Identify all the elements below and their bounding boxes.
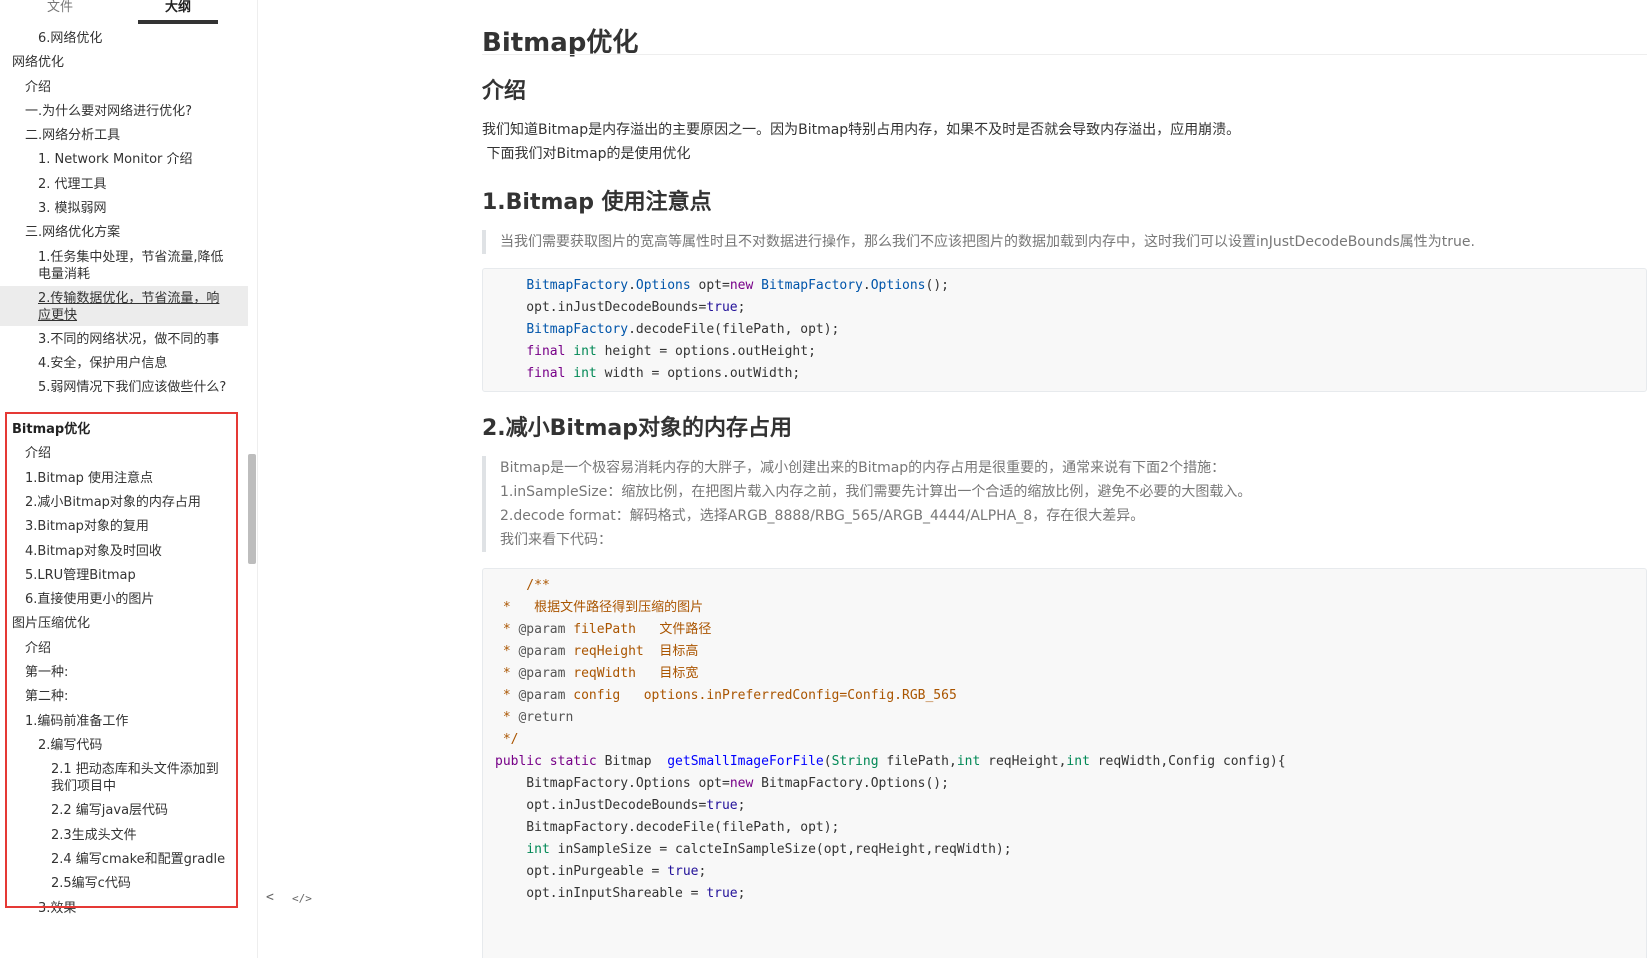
code-line: * @param reqWidth 目标宽	[495, 666, 699, 681]
outline-item[interactable]: 6.直接使用更小的图片	[25, 591, 154, 608]
outline-item[interactable]: 介绍	[25, 640, 51, 657]
code-line: opt.inPurgeable = true;	[495, 864, 707, 879]
outline-item[interactable]: 3.效果	[38, 900, 76, 917]
code-line: int inSampleSize = calcteInSampleSize(op…	[526, 842, 1012, 857]
outline-item[interactable]: 1.Bitmap 使用注意点	[25, 470, 153, 487]
code-line: BitmapFactory.decodeFile(filePath, opt);	[495, 820, 840, 835]
code-line: final int width = options.outWidth;	[526, 366, 801, 381]
outline-item[interactable]: 2.编写代码	[38, 737, 102, 754]
outline-item[interactable]: 网络优化	[12, 54, 64, 71]
blockquote-section-2: Bitmap是一个极容易消耗内存的大胖子，减小创建出来的Bitmap的内存占用是…	[482, 456, 1647, 552]
code-line: * @param reqHeight 目标高	[495, 644, 699, 659]
outline-item[interactable]: 一.为什么要对网络进行优化?	[25, 103, 192, 120]
outline-item[interactable]: 5.LRU管理Bitmap	[25, 567, 136, 584]
code-line: opt.inJustDecodeBounds=true;	[495, 798, 746, 813]
heading-intro: 介绍	[482, 79, 527, 104]
code-line: final int height = options.outHeight;	[526, 344, 816, 359]
tab-files[interactable]: 文件	[20, 0, 100, 26]
quote-line: Bitmap是一个极容易消耗内存的大胖子，减小创建出来的Bitmap的内存占用是…	[500, 460, 1226, 476]
outline-item[interactable]: 3.Bitmap对象的复用	[25, 518, 149, 535]
blockquote-section-1: 当我们需要获取图片的宽高等属性时且不对数据进行操作，那么我们不应该把图片的数据加…	[482, 230, 1647, 254]
quote-line: 当我们需要获取图片的宽高等属性时且不对数据进行操作，那么我们不应该把图片的数据加…	[500, 234, 1475, 250]
code-line: opt.inInputShareable = true;	[495, 886, 746, 901]
outline-item[interactable]: 三.网络优化方案	[25, 224, 120, 241]
code-block-1[interactable]: BitmapFactory.Options opt=new BitmapFact…	[482, 268, 1647, 392]
quote-line: 2.decode format：解码格式，选择ARGB_8888/RBG_565…	[500, 508, 1145, 524]
outline-item[interactable]: 2.4 编写cmake和配置gradle	[51, 851, 225, 868]
outline-item[interactable]: 二.网络分析工具	[25, 127, 120, 144]
code-line: * @return	[495, 710, 574, 725]
heading-section-2: 2.减小Bitmap对象的内存占用	[482, 416, 793, 441]
outline-item[interactable]: 2. 代理工具	[38, 176, 107, 193]
code-line: BitmapFactory.decodeFile(filePath, opt);	[526, 322, 840, 337]
code-line: BitmapFactory.Options opt=new BitmapFact…	[495, 776, 949, 791]
outline-item[interactable]: 1.任务集中处理，节省流量,降低电量消耗	[38, 249, 228, 283]
tab-outline[interactable]: 大纲	[138, 0, 218, 26]
tab-active-indicator	[138, 20, 218, 24]
quote-line: 我们来看下代码：	[500, 532, 612, 548]
outline-item[interactable]: 2.2 编写java层代码	[51, 802, 168, 819]
code-line: public static Bitmap getSmallImageForFil…	[495, 754, 1286, 769]
outline-item[interactable]: 2.1 把动态库和头文件添加到我们项目中	[51, 761, 226, 795]
tab-outline-label: 大纲	[164, 0, 191, 15]
outline-item[interactable]: 第二种:	[25, 688, 68, 705]
sidebar-scrollbar-thumb[interactable]	[248, 454, 256, 564]
intro-paragraph-line: 下面我们对Bitmap的是使用优化	[482, 146, 691, 162]
code-line: * @param config options.inPreferredConfi…	[495, 688, 957, 703]
outline-item[interactable]: 4.Bitmap对象及时回收	[25, 543, 162, 560]
outline-item[interactable]: 3.不同的网络状况，做不同的事	[38, 331, 219, 348]
code-line: opt.inJustDecodeBounds=true;	[495, 300, 746, 315]
outline-item[interactable]: 5.弱网情况下我们应该做些什么?	[38, 379, 228, 396]
code-line: /**	[495, 578, 550, 593]
outline-item[interactable]: Bitmap优化	[12, 421, 90, 438]
code-line: * 根据文件路径得到压缩的图片	[495, 600, 704, 615]
heading-section-1: 1.Bitmap 使用注意点	[482, 190, 712, 215]
code-line: BitmapFactory.Options opt=new BitmapFact…	[526, 278, 949, 293]
title-divider	[482, 54, 1647, 55]
code-line: */	[495, 732, 519, 747]
outline-item[interactable]: 2.3生成头文件	[51, 827, 137, 844]
outline-item[interactable]: 2.减小Bitmap对象的内存占用	[25, 494, 201, 511]
outline-item[interactable]: 6.网络优化	[38, 30, 102, 47]
outline-item[interactable]: 1. Network Monitor 介绍	[38, 151, 193, 168]
code-block-2[interactable]: /** * 根据文件路径得到压缩的图片 * @param filePath 文件…	[482, 568, 1647, 958]
outline-item[interactable]: 介绍	[25, 445, 51, 462]
sidebar-tabs: 文件 大纲	[0, 0, 258, 30]
outline-item[interactable]: 图片压缩优化	[12, 615, 90, 632]
intro-paragraph-line: 我们知道Bitmap是内存溢出的主要原因之一。因为Bitmap特别占用内存，如果…	[482, 122, 1241, 138]
outline-item[interactable]: 2.5编写c代码	[51, 875, 131, 892]
quote-line: 1.inSampleSize：缩放比例，在把图片载入内存之前，我们需要先计算出一…	[500, 484, 1252, 500]
outline-item[interactable]: 4.安全，保护用户信息	[38, 355, 167, 372]
outline-item[interactable]: 3. 模拟弱网	[38, 200, 107, 217]
code-line: * @param filePath 文件路径	[495, 622, 712, 637]
outline-item[interactable]: 第一种:	[25, 664, 68, 681]
outline-item[interactable]: 介绍	[25, 79, 51, 96]
sidebar: 文件 大纲 6.网络优化 网络优化 介绍 一.为什么要对网络进行优化? 二.网络…	[0, 0, 258, 958]
outline-item-active[interactable]: 2.传输数据优化，节省流量，响应更快	[38, 290, 228, 324]
outline-item[interactable]: 1.编码前准备工作	[25, 713, 128, 730]
editor-content[interactable]: Bitmap优化 介绍 我们知道Bitmap是内存溢出的主要原因之一。因为Bit…	[258, 0, 1649, 958]
